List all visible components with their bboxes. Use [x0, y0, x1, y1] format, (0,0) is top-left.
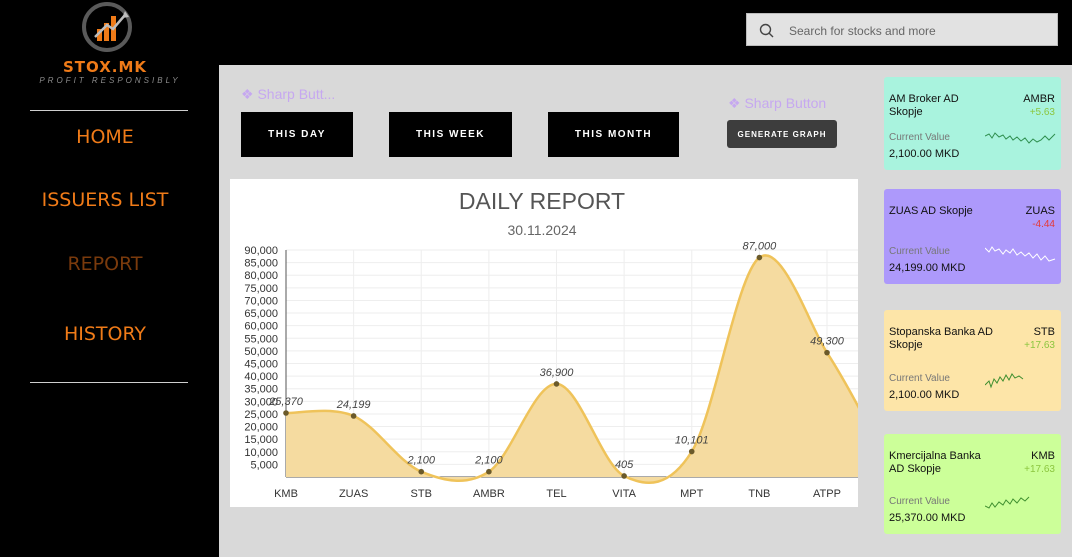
sparkline-icon	[985, 373, 1024, 389]
stock-card-change: +17.63	[1024, 464, 1055, 475]
stock-card-ambr[interactable]: AM Broker AD Skopje AMBR +5.63 Current Valu…	[884, 77, 1061, 170]
stock-card-value-label: Current Value	[889, 246, 950, 257]
y-tick-label: 15,000	[244, 434, 278, 446]
y-tick-label: 85,000	[244, 258, 278, 270]
stock-card-value-label: Current Value	[889, 496, 950, 507]
stock-card-name: AM Broker AD Skopje	[889, 93, 959, 118]
sidebar: STOX.MK PROFIT RESPONSIBLY HOME ISSUERS …	[0, 0, 219, 557]
stock-card-change: -4.44	[1032, 219, 1055, 230]
y-tick-label: 50,000	[244, 346, 278, 358]
y-tick-label: 65,000	[244, 308, 278, 320]
y-tick-label: 40,000	[244, 371, 278, 383]
y-tick-label: 60,000	[244, 321, 278, 333]
brand-tagline: PROFIT RESPONSIBLY	[39, 76, 181, 85]
y-tick-label: 35,000	[244, 384, 278, 396]
y-tick-label: 80,000	[244, 270, 278, 282]
nav-issuers-list[interactable]: ISSUERS LIST	[0, 189, 210, 211]
x-tick-label: STB	[411, 488, 432, 500]
y-tick-label: 10,000	[244, 447, 278, 459]
data-label: 10,101	[675, 435, 709, 447]
this-week-button[interactable]: THIS WEEK	[389, 112, 512, 157]
y-tick-label: 75,000	[244, 283, 278, 295]
nav-history[interactable]: HISTORY	[0, 323, 210, 345]
sparkline-icon	[985, 246, 1056, 262]
y-tick-label: 20,000	[244, 422, 278, 434]
stock-card-ticker: KMB	[1031, 450, 1055, 462]
data-point-atpp[interactable]	[824, 349, 830, 356]
stock-card-value-label: Current Value	[889, 132, 950, 143]
y-tick-label: 55,000	[244, 333, 278, 345]
stock-card-name: Kmercijalna Banka AD Skopje	[889, 450, 981, 475]
y-tick-label: 90,000	[244, 245, 278, 257]
data-label: 36,900	[540, 367, 575, 379]
stock-card-change: +17.63	[1024, 340, 1055, 351]
this-month-button[interactable]: THIS MONTH	[548, 112, 679, 157]
data-point-tnb[interactable]	[756, 254, 763, 261]
stock-card-value: 2,100.00 MKD	[889, 389, 960, 401]
data-label: 25,370	[268, 396, 304, 408]
stock-card-name: ZUAS AD Skopje	[889, 205, 973, 217]
nav-report[interactable]: REPORT	[0, 253, 210, 275]
stock-card-value: 25,370.00 MKD	[889, 512, 966, 524]
stock-card-value: 2,100.00 MKD	[889, 148, 960, 160]
data-point-vita[interactable]	[621, 473, 627, 479]
stock-card-zuas[interactable]: ZUAS AD Skopje ZUAS -4.44 Current Value 24,1…	[884, 189, 1061, 284]
data-label: 49,300	[810, 336, 845, 348]
stock-card-change: +5.63	[1029, 107, 1055, 118]
daily-report-chart: DAILY REPORT 30.11.2024 90,000 85,000 80,0…	[230, 179, 869, 507]
stock-card-value-label: Current Value	[889, 373, 950, 384]
x-tick-label: KMB	[274, 488, 298, 500]
generate-graph-button[interactable]: GENERATE GRAPH	[727, 120, 837, 148]
data-point-ambr[interactable]	[486, 468, 492, 475]
ghost-button-2[interactable]: ❖ Sharp Button	[728, 95, 826, 112]
x-tick-label: AMBR	[473, 488, 505, 500]
stock-card-ticker: AMBR	[1023, 93, 1055, 105]
data-point-zuas[interactable]	[350, 413, 357, 419]
nav-divider-top	[30, 110, 188, 111]
stock-card-stb[interactable]: Stopanska Banka AD Skopje STB +17.63 Curren…	[884, 310, 1061, 411]
data-label: 2,100	[406, 455, 435, 467]
x-tick-label: MPT	[680, 488, 704, 500]
nav-home[interactable]: HOME	[0, 126, 210, 148]
logo-icon	[82, 2, 132, 52]
chart-subtitle: 30.11.2024	[507, 222, 576, 238]
data-point-kmb[interactable]	[283, 410, 289, 416]
brand-name: STOX.MK	[62, 58, 148, 76]
search-bar[interactable]	[746, 13, 1058, 46]
data-label: 405	[615, 459, 634, 471]
sparkline-icon	[985, 496, 1030, 509]
data-label: 87,000	[743, 241, 778, 253]
stock-card-ticker: STB	[1033, 326, 1055, 338]
search-input[interactable]	[787, 20, 1046, 42]
data-label: 24,199	[336, 399, 371, 411]
x-tick-label: TNB	[748, 488, 770, 500]
x-tick-label: ATPP	[813, 488, 841, 500]
stock-card-ticker: ZUAS	[1025, 205, 1055, 217]
data-label: 2,100	[474, 455, 503, 467]
y-tick-label: 5,000	[250, 459, 278, 471]
data-point-tel[interactable]	[553, 381, 560, 387]
x-tick-label: VITA	[612, 488, 636, 500]
ghost-button-1[interactable]: ❖ Sharp Butt...	[241, 86, 335, 103]
this-day-button[interactable]: THIS DAY	[241, 112, 353, 157]
sparkline-icon	[985, 132, 1056, 144]
y-tick-label: 25,000	[244, 409, 278, 421]
data-point-mpt[interactable]	[688, 448, 695, 455]
y-tick-label: 70,000	[244, 295, 278, 307]
chart-title: DAILY REPORT	[459, 188, 625, 214]
x-tick-label: TEL	[546, 488, 566, 500]
stock-card-name: Stopanska Banka AD Skopje	[889, 326, 993, 351]
x-tick-label: ZUAS	[339, 488, 368, 500]
nav-divider-bottom	[30, 382, 188, 383]
stock-card-value: 24,199.00 MKD	[889, 262, 966, 274]
chart-svg: DAILY REPORT 30.11.2024 90,00085,00080,0…	[244, 188, 869, 500]
search-icon	[759, 23, 774, 38]
data-point-stb[interactable]	[418, 468, 425, 475]
y-tick-label: 45,000	[244, 359, 278, 371]
stock-card-kmb[interactable]: Kmercijalna Banka AD Skopje KMB +17.63 Curr…	[884, 434, 1061, 534]
